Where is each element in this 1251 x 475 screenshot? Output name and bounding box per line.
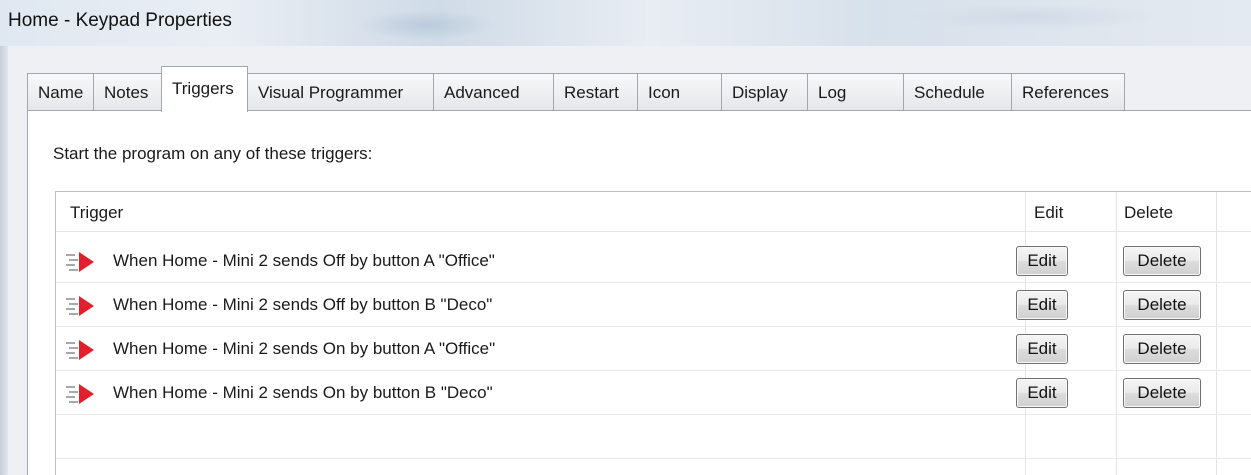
- empty-row: [56, 415, 1251, 459]
- tab-icon[interactable]: Icon: [637, 73, 722, 111]
- triggers-instruction: Start the program on any of these trigge…: [53, 144, 373, 163]
- trigger-row[interactable]: When Home - Mini 2 sends Off by button A…: [56, 239, 1251, 283]
- tab-name[interactable]: Name: [27, 73, 94, 111]
- trigger-arrow-icon: [66, 340, 94, 360]
- delete-trigger-button[interactable]: Delete: [1123, 246, 1201, 276]
- triggers-list: Trigger Edit Delete When Home - Mini 2 s…: [55, 191, 1251, 475]
- tab-display[interactable]: Display: [721, 73, 808, 111]
- trigger-description: When Home - Mini 2 sends Off by button A…: [113, 251, 495, 270]
- tab-log[interactable]: Log: [807, 73, 904, 111]
- tab-restart[interactable]: Restart: [553, 73, 638, 111]
- column-header-delete[interactable]: Delete: [1124, 203, 1173, 223]
- trigger-description: When Home - Mini 2 sends On by button A …: [113, 339, 496, 358]
- edit-trigger-button[interactable]: Edit: [1016, 334, 1068, 364]
- trigger-description: When Home - Mini 2 sends Off by button B…: [113, 295, 493, 314]
- tab-references[interactable]: References: [1011, 73, 1125, 111]
- delete-trigger-button[interactable]: Delete: [1123, 334, 1201, 364]
- triggers-list-header: Trigger Edit Delete: [56, 192, 1251, 232]
- trigger-description: When Home - Mini 2 sends On by button B …: [113, 383, 493, 402]
- tab-visual-programmer[interactable]: Visual Programmer: [247, 73, 434, 111]
- edit-trigger-button[interactable]: Edit: [1016, 290, 1068, 320]
- window-titlebar[interactable]: Home - Keypad Properties: [0, 0, 1251, 46]
- column-header-edit[interactable]: Edit: [1034, 203, 1063, 223]
- tab-advanced[interactable]: Advanced: [433, 73, 554, 111]
- window-title: Home - Keypad Properties: [8, 10, 232, 31]
- column-header-trigger[interactable]: Trigger: [70, 203, 123, 223]
- trigger-row[interactable]: When Home - Mini 2 sends Off by button B…: [56, 283, 1251, 327]
- trigger-row[interactable]: When Home - Mini 2 sends On by button B …: [56, 371, 1251, 415]
- titlebar-glow: [355, 10, 495, 40]
- delete-trigger-button[interactable]: Delete: [1123, 378, 1201, 408]
- window-left-edge: [0, 46, 8, 475]
- titlebar-glow: [900, 4, 1160, 30]
- tab-notes[interactable]: Notes: [93, 73, 162, 111]
- trigger-arrow-icon: [66, 384, 94, 404]
- delete-trigger-button[interactable]: Delete: [1123, 290, 1201, 320]
- tab-schedule[interactable]: Schedule: [903, 73, 1012, 111]
- trigger-row[interactable]: When Home - Mini 2 sends On by button A …: [56, 327, 1251, 371]
- triggers-tab-panel: Start the program on any of these trigge…: [27, 110, 1251, 475]
- trigger-arrow-icon: [66, 296, 94, 316]
- tab-triggers[interactable]: Triggers: [161, 66, 248, 112]
- edit-trigger-button[interactable]: Edit: [1016, 246, 1068, 276]
- edit-trigger-button[interactable]: Edit: [1016, 378, 1068, 408]
- trigger-arrow-icon: [66, 252, 94, 272]
